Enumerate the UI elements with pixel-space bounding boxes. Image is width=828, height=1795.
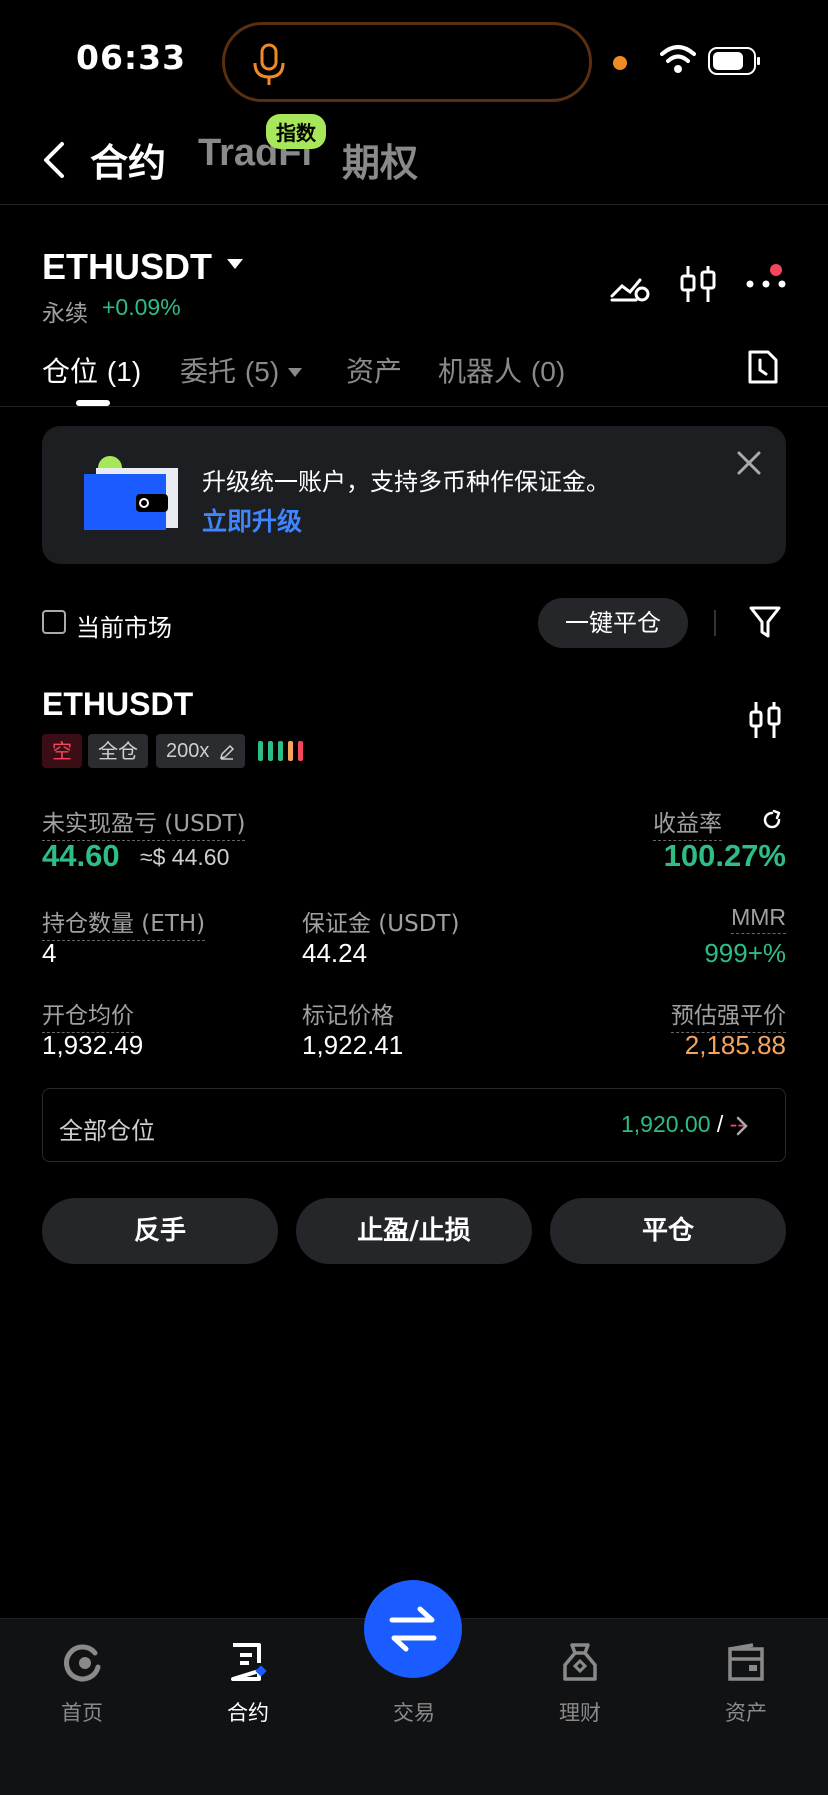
margin-label: 保证金 (USDT) — [302, 911, 460, 937]
banner-text: 升级统一账户，支持多币种作保证金。 — [202, 468, 610, 496]
pnl-usd-value: ≈$ 44.60 — [140, 844, 230, 870]
margin-mode-tag[interactable]: 全仓 — [88, 734, 148, 768]
home-icon — [64, 1644, 101, 1682]
filter-icon[interactable] — [748, 604, 782, 640]
candlestick-icon[interactable] — [748, 700, 782, 740]
candlestick-icon[interactable] — [676, 262, 720, 306]
roe-value: 100.27% — [663, 838, 786, 873]
pnl-value: 44.60 — [42, 838, 120, 873]
all-positions-label: 全部仓位 — [59, 1117, 155, 1145]
tab-options[interactable]: 期权 — [342, 132, 418, 187]
liq-price-value: 2,185.88 — [684, 1030, 786, 1060]
tab-bots[interactable]: 机器人 (0) — [438, 350, 565, 390]
index-badge: 指数 — [266, 114, 326, 149]
leverage-tag[interactable]: 200x — [156, 734, 245, 768]
mmr-value: 999+% — [704, 938, 786, 968]
privacy-indicator — [613, 56, 627, 70]
risk-level-bar — [268, 741, 273, 761]
wifi-icon — [660, 45, 696, 73]
tpsl-button[interactable]: 止盈/止损 — [296, 1198, 532, 1264]
divider — [714, 610, 716, 636]
position-symbol[interactable]: ETHUSDT — [42, 686, 193, 723]
swap-icon — [389, 1606, 437, 1652]
contract-icon — [231, 1643, 267, 1681]
risk-level-bar — [288, 741, 293, 761]
size-label[interactable]: 持仓数量 (ETH) — [42, 904, 206, 941]
caret-down-icon — [288, 368, 303, 377]
price-change: +0.09% — [102, 294, 181, 320]
history-icon[interactable] — [746, 348, 780, 386]
wallet-icon — [728, 1643, 764, 1681]
divider — [0, 406, 828, 407]
edit-icon — [219, 744, 234, 760]
nav-earn[interactable]: 理财 — [520, 1619, 640, 1727]
risk-level-bar — [298, 741, 303, 761]
nav-assets[interactable]: 资产 — [686, 1619, 806, 1727]
contract-type: 永续 — [42, 301, 88, 327]
roe-label[interactable]: 收益率 — [653, 804, 722, 841]
trade-fab-button[interactable] — [364, 1580, 462, 1678]
all-positions-tpsl-row[interactable]: 全部仓位 1,920.00 / -- — [42, 1088, 786, 1162]
nav-contract[interactable]: 合约 — [188, 1619, 308, 1727]
reverse-button[interactable]: 反手 — [42, 1198, 278, 1264]
mark-price-label: 标记价格 — [302, 1003, 394, 1029]
liq-price-label[interactable]: 预估强平价 — [671, 996, 786, 1033]
upgrade-banner[interactable]: 升级统一账户，支持多币种作保证金。 立即升级 — [42, 426, 786, 564]
back-arrow-icon[interactable] — [40, 140, 68, 180]
risk-level-bar — [278, 741, 283, 761]
nav-home[interactable]: 首页 — [22, 1619, 142, 1727]
take-profit-value: 1,920.00 — [620, 1111, 711, 1137]
risk-level-bar — [258, 741, 263, 761]
entry-price-value: 1,932.49 — [42, 1030, 144, 1060]
mark-price-value: 1,922.41 — [302, 1030, 404, 1060]
dynamic-island — [222, 22, 592, 102]
microphone-icon — [253, 43, 285, 85]
close-icon[interactable] — [736, 450, 762, 476]
share-icon[interactable] — [760, 808, 784, 832]
chart-settings-icon[interactable] — [608, 262, 652, 306]
pnl-label[interactable]: 未实现盈亏 (USDT) — [42, 804, 246, 841]
close-all-button[interactable]: 一键平仓 — [538, 598, 688, 648]
symbol-title[interactable]: ETHUSDT — [42, 246, 212, 288]
size-value: 4 — [42, 938, 57, 968]
earn-icon — [563, 1643, 597, 1681]
more-icon[interactable] — [744, 262, 788, 306]
current-market-checkbox[interactable] — [42, 610, 66, 634]
side-tag: 空 — [42, 734, 82, 768]
entry-price-label[interactable]: 开仓均价 — [42, 996, 134, 1033]
margin-value: 44.24 — [302, 938, 368, 968]
caret-down-icon[interactable] — [226, 258, 244, 270]
tpsl-values: 1,920.00 / -- — [620, 1111, 745, 1137]
tab-contract[interactable]: 合约 — [90, 132, 166, 187]
current-market-label[interactable]: 当前市场 — [76, 608, 172, 643]
divider — [0, 204, 828, 205]
tab-positions[interactable]: 仓位 (1) — [42, 350, 141, 390]
tab-assets[interactable]: 资产 — [346, 350, 402, 390]
upgrade-link[interactable]: 立即升级 — [202, 502, 302, 538]
battery-icon — [708, 47, 760, 75]
tab-orders[interactable]: 委托 (5) — [180, 350, 303, 390]
mmr-label[interactable]: MMR — [731, 904, 786, 934]
close-position-button[interactable]: 平仓 — [550, 1198, 786, 1264]
wallet-illustration-icon — [84, 456, 178, 530]
status-time: 06:33 — [76, 38, 187, 77]
chevron-right-icon — [736, 1116, 748, 1136]
